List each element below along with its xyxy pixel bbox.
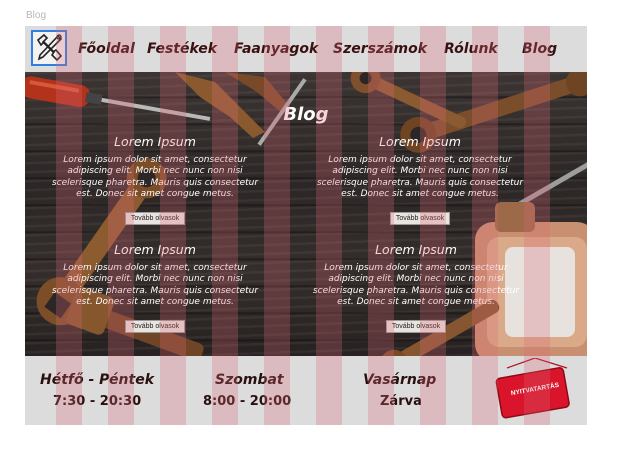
nav-item-festekek[interactable]: Festékek <box>147 41 217 57</box>
read-more-button[interactable]: Tovább olvasok <box>124 212 186 226</box>
blog-card: Lorem Ipsum Lorem ipsum dolor sit amet, … <box>311 242 521 334</box>
hours-time-saturday: 8:00 - 20:00 <box>203 394 292 409</box>
nav-item-fooldal[interactable]: Főoldal <box>78 41 135 57</box>
nav-item-faanyagok[interactable]: Faanyagok <box>234 41 318 57</box>
blog-card: Lorem Ipsum Lorem ipsum dolor sit amet, … <box>315 134 525 226</box>
read-more-button[interactable]: Tovább olvasok <box>385 320 447 334</box>
hero-title: Blog <box>283 104 329 125</box>
nav-item-rolunk[interactable]: Rólunk <box>444 41 498 57</box>
nav-item-szerszamok[interactable]: Szerszámok <box>333 41 427 57</box>
card-body: Lorem ipsum dolor sit amet, consectetur … <box>51 263 259 307</box>
blog-hero: Blog Lorem Ipsum Lorem ipsum dolor sit a… <box>25 72 587 356</box>
frame-label: Blog <box>26 10 47 21</box>
page-frame: Főoldal Festékek Faanyagok Szerszámok Ró… <box>25 26 587 425</box>
card-body: Lorem ipsum dolor sit amet, consectetur … <box>316 155 524 199</box>
card-body: Lorem ipsum dolor sit amet, consectetur … <box>312 263 520 307</box>
blog-card: Lorem Ipsum Lorem ipsum dolor sit amet, … <box>50 242 260 334</box>
read-more-button[interactable]: Tovább olvasok <box>389 212 451 226</box>
card-title: Lorem Ipsum <box>114 242 196 257</box>
blog-card: Lorem Ipsum Lorem ipsum dolor sit amet, … <box>50 134 260 226</box>
card-title: Lorem Ipsum <box>379 134 461 149</box>
opening-hours-sign: NYITVATARTÁS <box>495 357 575 420</box>
read-more-button[interactable]: Tovább olvasok <box>124 320 186 334</box>
hours-day-saturday: Szombat <box>215 372 284 388</box>
top-navigation: Főoldal Festékek Faanyagok Szerszámok Ró… <box>25 26 587 72</box>
card-body: Lorem ipsum dolor sit amet, consectetur … <box>51 155 259 199</box>
hours-day-weekdays: Hétfő - Péntek <box>40 372 155 388</box>
card-title: Lorem Ipsum <box>114 134 196 149</box>
tools-logo-icon[interactable] <box>31 30 67 66</box>
opening-hours: Hétfő - Péntek 7:30 - 20:30 Szombat 8:00… <box>25 356 587 425</box>
card-title: Lorem Ipsum <box>375 242 457 257</box>
nav-item-blog[interactable]: Blog <box>522 41 557 57</box>
hours-time-weekdays: 7:30 - 20:30 <box>53 394 142 409</box>
hours-day-sunday: Vasárnap <box>363 372 437 388</box>
hours-time-sunday: Zárva <box>380 394 422 409</box>
